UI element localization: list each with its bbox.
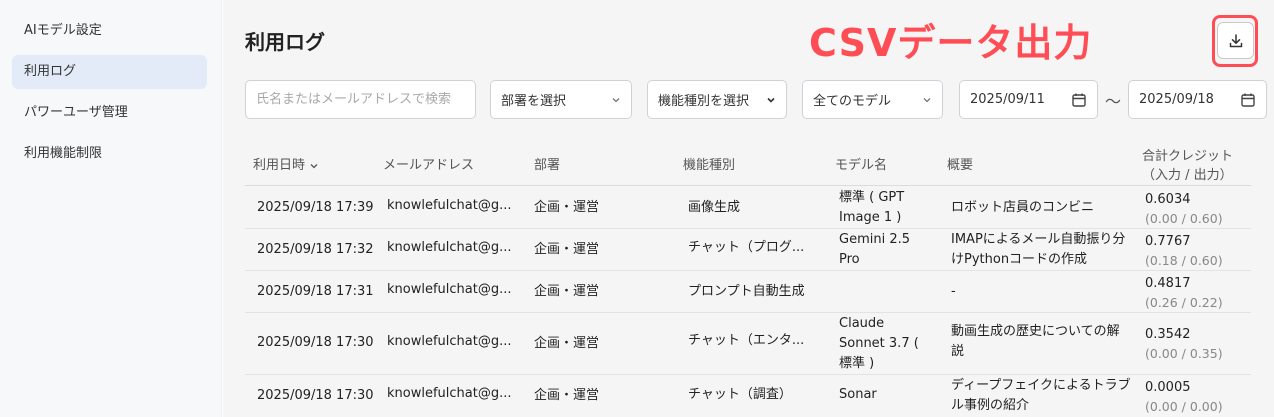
cell-datetime: 2025/09/18 17:32 [257,242,374,257]
table-row[interactable]: 2025/09/18 17:39 knowlefulchat@g... 企画・運… [245,187,1251,229]
download-icon [1229,33,1242,47]
search-input[interactable] [256,92,465,107]
csv-export-callout: CSVデータ出力 [809,21,1093,65]
cell-datetime: 2025/09/18 17:39 [257,200,374,215]
cell-model: 標準 ( GPT Image 1 ) [839,190,905,225]
feature-select[interactable]: 機能種別を選択 [647,80,787,119]
column-header-credit-label: 合計クレジット [1142,149,1234,164]
column-header-summary: 概要 [947,158,974,173]
date-from-field[interactable]: 2025/09/11 [959,80,1098,119]
department-select-value: 部署を選択 [501,94,567,109]
cell-email: knowlefulchat@g... [387,198,512,213]
model-select[interactable]: 全てのモデル [802,80,943,119]
cell-credit: 0.6034 (0.00 / 0.60) [1145,190,1223,227]
credit-breakdown: (0.26 / 0.22) [1145,295,1223,310]
sidebar-item-feature-restriction[interactable]: 利用機能制限 [12,137,207,171]
cell-credit: 0.4817 (0.26 / 0.22) [1145,274,1223,311]
cell-department: 企画・運営 [534,200,600,215]
cell-feature: チャット（エンタ... [688,333,805,348]
table-row[interactable]: 2025/09/18 17:30 knowlefulchat@g... 企画・運… [245,375,1251,417]
csv-download-button[interactable] [1217,22,1254,59]
cell-email: knowlefulchat@g... [387,240,512,255]
sidebar-item-power-user-management[interactable]: パワーユーザ管理 [12,96,207,130]
cell-feature: チャット（プログ... [688,240,805,255]
column-header-feature: 機能種別 [683,158,736,173]
cell-credit: 0.0005 (0.00 / 0.00) [1145,378,1223,415]
sidebar: AIモデル設定 利用ログ パワーユーザ管理 利用機能制限 [0,0,222,417]
column-header-datetime[interactable]: 利用日時 [253,154,319,173]
sort-chevron-down-icon[interactable] [309,161,319,171]
chevron-down-icon [923,97,931,102]
cell-datetime: 2025/09/18 17:31 [257,284,374,299]
cell-datetime: 2025/09/18 17:30 [257,388,374,403]
page-title: 利用ログ [245,30,325,54]
cell-model: Claude Sonnet 3.7 ( 標準 ) [839,316,919,371]
cell-feature: プロンプト自動生成 [688,284,805,299]
table-row[interactable]: 2025/09/18 17:31 knowlefulchat@g... 企画・運… [245,271,1251,313]
cell-department: 企画・運営 [534,388,600,403]
cell-department: 企画・運営 [534,336,600,351]
cell-summary: ディープフェイクによるトラブル事例の紹介 [951,378,1131,413]
cell-feature: 画像生成 [688,200,741,215]
credit-total: 0.6034 [1145,192,1191,207]
column-header-credit-sub: （入力 / 出力） [1142,168,1233,183]
credit-breakdown: (0.00 / 0.60) [1145,211,1223,226]
table-row[interactable]: 2025/09/18 17:32 knowlefulchat@g... 企画・運… [245,229,1251,271]
sidebar-item-ai-model-settings[interactable]: AIモデル設定 [12,14,207,48]
credit-total: 0.3542 [1145,327,1191,342]
date-to-field[interactable]: 2025/09/18 [1128,80,1267,119]
column-header-datetime-label: 利用日時 [253,158,306,173]
credit-total: 0.0005 [1145,380,1191,395]
cell-department: 企画・運営 [534,284,600,299]
main-content: 利用ログ CSVデータ出力 部署を選択 機能種別を選択 全てのモデル 2025/… [223,0,1274,417]
column-header-department: 部署 [534,158,561,173]
cell-model: Sonar [839,387,877,402]
cell-feature: チャット（調査） [688,387,792,402]
chevron-down-icon [767,97,775,103]
cell-model: Gemini 2.5 Pro [839,232,911,267]
credit-breakdown: (0.00 / 0.35) [1145,346,1223,361]
model-select-value: 全てのモデル [813,94,892,109]
date-from-value: 2025/09/11 [970,92,1045,107]
table-row[interactable]: 2025/09/18 17:30 knowlefulchat@g... 企画・運… [245,313,1251,375]
cell-email: knowlefulchat@g... [387,386,512,401]
column-header-model: モデル名 [835,158,888,173]
cell-datetime: 2025/09/18 17:30 [257,335,374,350]
credit-total: 0.7767 [1145,234,1191,249]
table-header: 利用日時 メールアドレス 部署 機能種別 モデル名 概要 合計クレジット （入力… [245,140,1251,186]
calendar-icon[interactable] [1071,92,1087,108]
search-field[interactable] [245,80,476,119]
cell-summary: ロボット店員のコンビニ [951,200,1095,215]
date-range-separator: 〜 [1105,92,1122,111]
cell-credit: 0.3542 (0.00 / 0.35) [1145,325,1223,362]
credit-breakdown: (0.00 / 0.00) [1145,399,1223,414]
column-header-email: メールアドレス [383,158,475,173]
calendar-icon[interactable] [1240,92,1256,108]
cell-summary: - [951,284,956,299]
credit-total: 0.4817 [1145,276,1191,291]
department-select[interactable]: 部署を選択 [490,80,632,119]
cell-summary: IMAPによるメール自動振り分けPythonコードの作成 [951,232,1126,267]
cell-email: knowlefulchat@g... [387,334,512,349]
chevron-down-icon [612,97,620,102]
cell-email: knowlefulchat@g... [387,282,512,297]
column-header-credit: 合計クレジット （入力 / 出力） [1142,145,1233,183]
date-to-value: 2025/09/18 [1139,92,1214,107]
credit-breakdown: (0.18 / 0.60) [1145,253,1223,268]
cell-summary: 動画生成の歴史についての解説 [951,324,1120,359]
feature-select-value: 機能種別を選択 [658,94,750,109]
sidebar-item-usage-log[interactable]: 利用ログ [12,55,207,89]
cell-department: 企画・運営 [534,242,600,257]
cell-credit: 0.7767 (0.18 / 0.60) [1145,232,1223,269]
